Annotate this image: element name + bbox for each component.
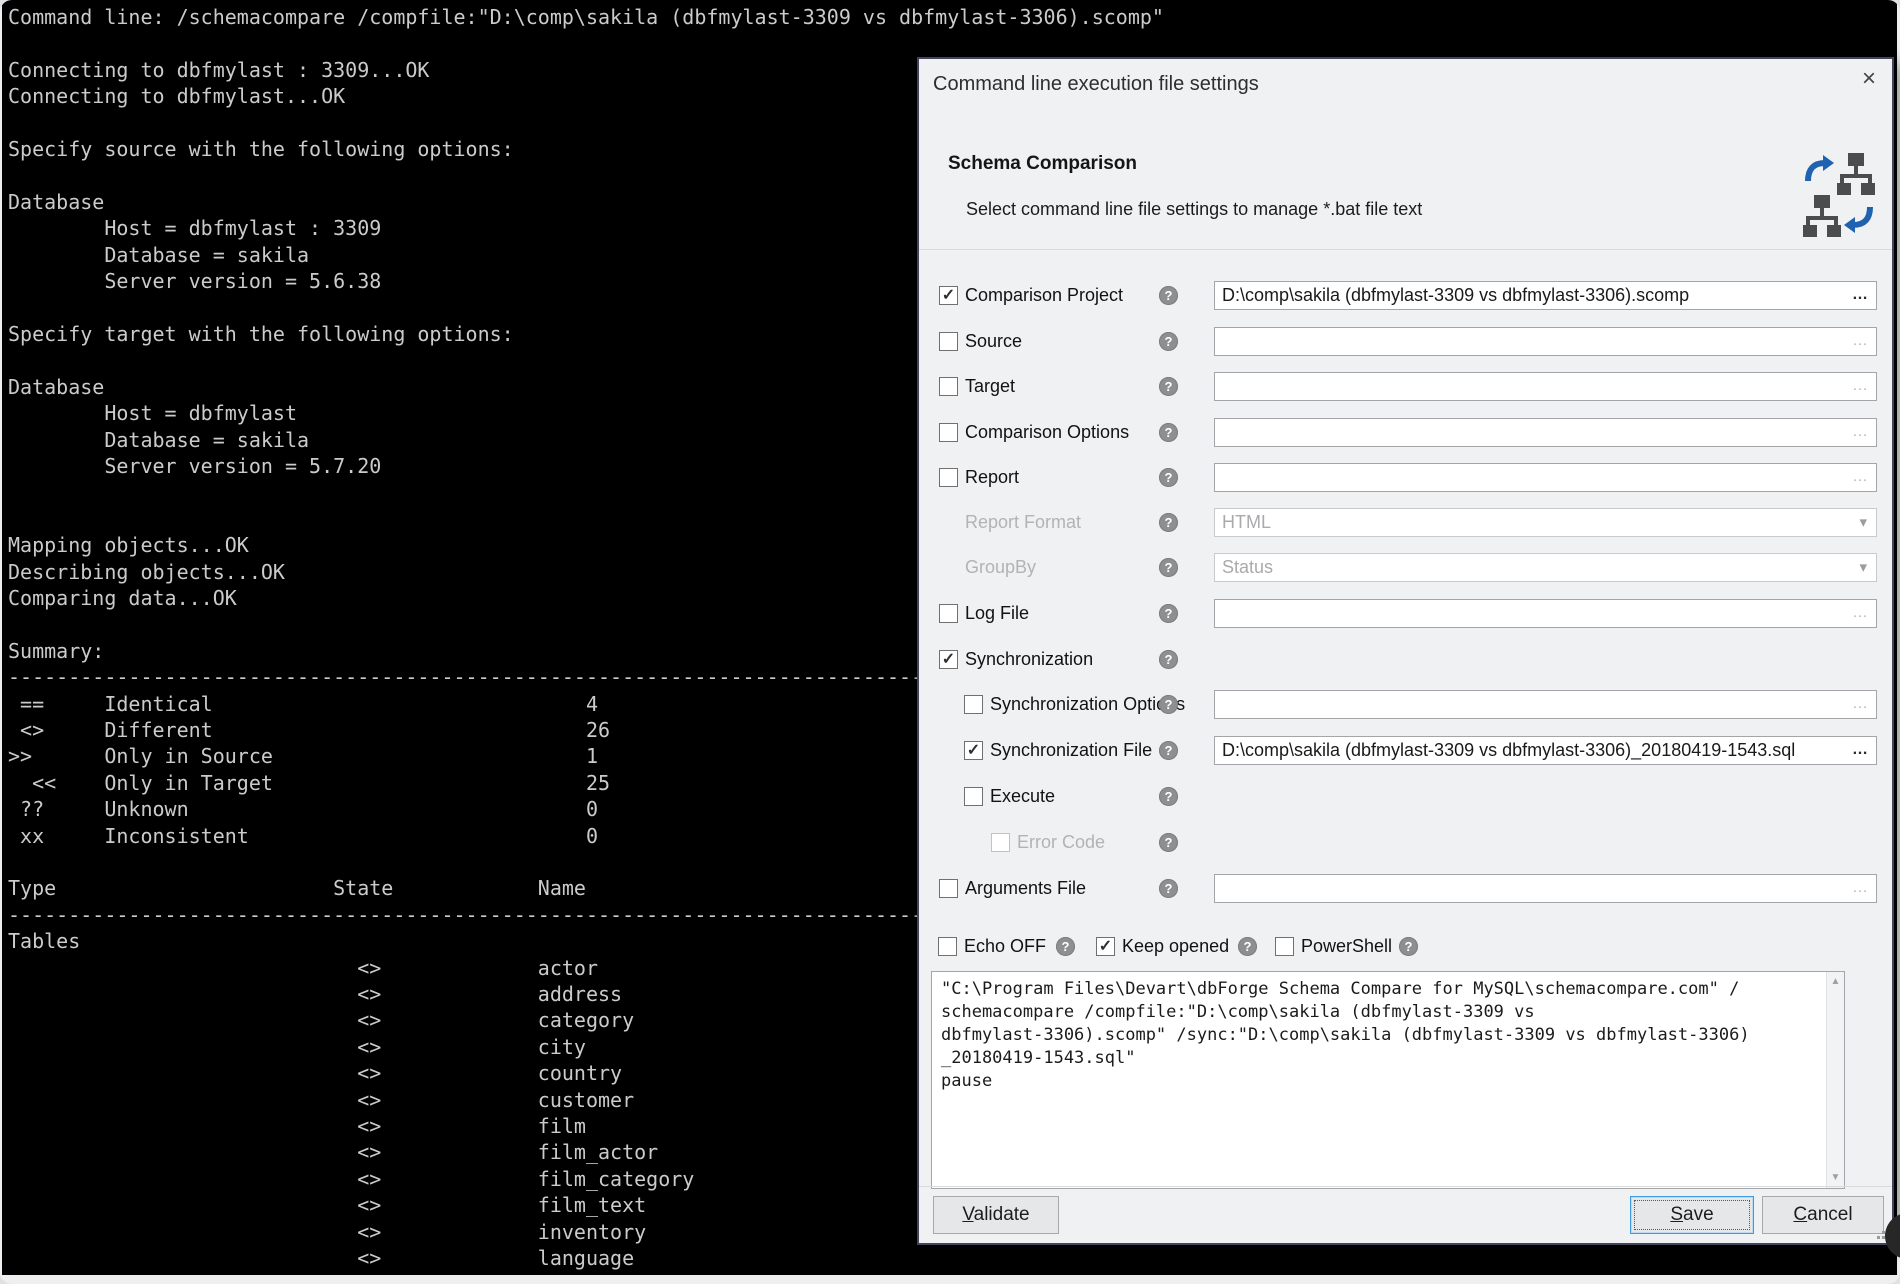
synchronization-options-input[interactable]: … [1214, 690, 1877, 719]
arguments-file-checkbox[interactable] [939, 879, 958, 898]
browse-button[interactable]: … [1852, 600, 1869, 625]
target-label: Target [965, 376, 1015, 397]
report-format-dropdown: HTML ▾ [1214, 508, 1877, 537]
header-divider [919, 249, 1892, 250]
report-format-label: Report Format [965, 512, 1081, 533]
error-code-checkbox [991, 833, 1010, 852]
help-icon[interactable]: ? [1159, 604, 1178, 623]
bat-file-text-area[interactable]: "C:\Program Files\Devart\dbForge Schema … [931, 971, 1845, 1189]
help-icon[interactable]: ? [1159, 286, 1178, 305]
scrollbar[interactable]: ▲ ▼ [1826, 972, 1844, 1188]
echo-off-label: Echo OFF [964, 936, 1046, 957]
target-checkbox[interactable] [939, 377, 958, 396]
echo-off-checkbox[interactable] [938, 937, 957, 956]
help-icon[interactable]: ? [1159, 423, 1178, 442]
footer-divider [919, 1186, 1892, 1187]
report-checkbox[interactable] [939, 468, 958, 487]
help-icon[interactable]: ? [1159, 468, 1178, 487]
groupby-value: Status [1222, 557, 1273, 577]
help-icon[interactable]: ? [1159, 741, 1178, 760]
keep-opened-checkbox[interactable]: ✓ [1096, 937, 1115, 956]
schema-comparison-subtitle: Select command line file settings to man… [966, 199, 1422, 220]
arguments-file-label: Arguments File [965, 878, 1086, 899]
report-label: Report [965, 467, 1019, 488]
execute-label: Execute [990, 786, 1055, 807]
help-icon[interactable]: ? [1159, 377, 1178, 396]
help-icon[interactable]: ? [1159, 695, 1178, 714]
powershell-checkbox[interactable] [1275, 937, 1294, 956]
help-icon[interactable]: ? [1159, 787, 1178, 806]
scroll-up-icon[interactable]: ▲ [1827, 974, 1844, 990]
browse-button[interactable]: … [1852, 373, 1869, 398]
scroll-down-icon[interactable]: ▼ [1827, 1170, 1844, 1186]
help-icon[interactable]: ? [1159, 332, 1178, 351]
powershell-label: PowerShell [1301, 936, 1392, 957]
browse-button[interactable]: … [1852, 737, 1869, 762]
synchronization-file-label: Synchronization File [990, 740, 1152, 761]
comparison-project-input[interactable]: D:\comp\sakila (dbfmylast-3309 vs dbfmyl… [1214, 281, 1877, 310]
synchronization-options-checkbox[interactable] [964, 695, 983, 714]
comparison-options-label: Comparison Options [965, 422, 1129, 443]
report-input[interactable]: … [1214, 463, 1877, 492]
close-icon[interactable]: × [1862, 67, 1876, 91]
chevron-down-icon: ▾ [1859, 554, 1867, 581]
target-input[interactable]: … [1214, 372, 1877, 401]
browse-button[interactable]: … [1852, 419, 1869, 444]
cancel-button[interactable]: Cancel [1762, 1196, 1884, 1234]
synchronization-options-label: Synchronization Options [990, 694, 1185, 715]
browse-button[interactable]: … [1852, 464, 1869, 489]
chevron-down-icon: ▾ [1859, 509, 1867, 536]
execute-checkbox[interactable] [964, 787, 983, 806]
command-line-settings-dialog: Command line execution file settings × S… [917, 57, 1894, 1245]
help-icon[interactable]: ? [1056, 937, 1075, 956]
synchronization-file-value: D:\comp\sakila (dbfmylast-3309 vs dbfmyl… [1222, 740, 1795, 760]
comparison-options-input[interactable]: … [1214, 418, 1877, 447]
screenshot-frame: Command line: /schemacompare /compfile:"… [0, 0, 1900, 1284]
help-icon[interactable]: ? [1159, 650, 1178, 669]
bat-file-text: "C:\Program Files\Devart\dbForge Schema … [932, 972, 1825, 1188]
synchronization-label: Synchronization [965, 649, 1093, 670]
browse-button[interactable]: … [1852, 328, 1869, 353]
help-icon[interactable]: ? [1159, 879, 1178, 898]
source-checkbox[interactable] [939, 332, 958, 351]
browse-button[interactable]: … [1852, 875, 1869, 900]
synchronization-file-input[interactable]: D:\comp\sakila (dbfmylast-3309 vs dbfmyl… [1214, 736, 1877, 765]
keep-opened-label: Keep opened [1122, 936, 1229, 957]
schema-compare-icon [1801, 151, 1877, 237]
help-icon[interactable]: ? [1159, 513, 1178, 532]
help-icon[interactable]: ? [1159, 558, 1178, 577]
help-icon[interactable]: ? [1159, 833, 1178, 852]
help-icon[interactable]: ? [1238, 937, 1257, 956]
synchronization-file-checkbox[interactable]: ✓ [964, 741, 983, 760]
help-icon[interactable]: ? [1399, 937, 1418, 956]
groupby-label: GroupBy [965, 557, 1036, 578]
schema-comparison-heading: Schema Comparison [948, 153, 1137, 175]
synchronization-checkbox[interactable]: ✓ [939, 650, 958, 669]
groupby-dropdown: Status ▾ [1214, 553, 1877, 582]
save-button[interactable]: Save [1630, 1196, 1754, 1234]
log-file-checkbox[interactable] [939, 604, 958, 623]
comparison-options-checkbox[interactable] [939, 423, 958, 442]
comparison-project-label: Comparison Project [965, 285, 1123, 306]
comparison-project-value: D:\comp\sakila (dbfmylast-3309 vs dbfmyl… [1222, 285, 1689, 305]
browse-button[interactable]: … [1852, 691, 1869, 716]
log-file-label: Log File [965, 603, 1029, 624]
validate-button[interactable]: Validate [933, 1196, 1059, 1234]
source-input[interactable]: … [1214, 327, 1877, 356]
comparison-project-checkbox[interactable]: ✓ [939, 286, 958, 305]
report-format-value: HTML [1222, 512, 1271, 532]
dialog-title: Command line execution file settings [933, 73, 1259, 96]
browse-button[interactable]: … [1852, 282, 1869, 307]
log-file-input[interactable]: … [1214, 599, 1877, 628]
error-code-label: Error Code [1017, 832, 1105, 853]
source-label: Source [965, 331, 1022, 352]
arguments-file-input[interactable]: … [1214, 874, 1877, 903]
